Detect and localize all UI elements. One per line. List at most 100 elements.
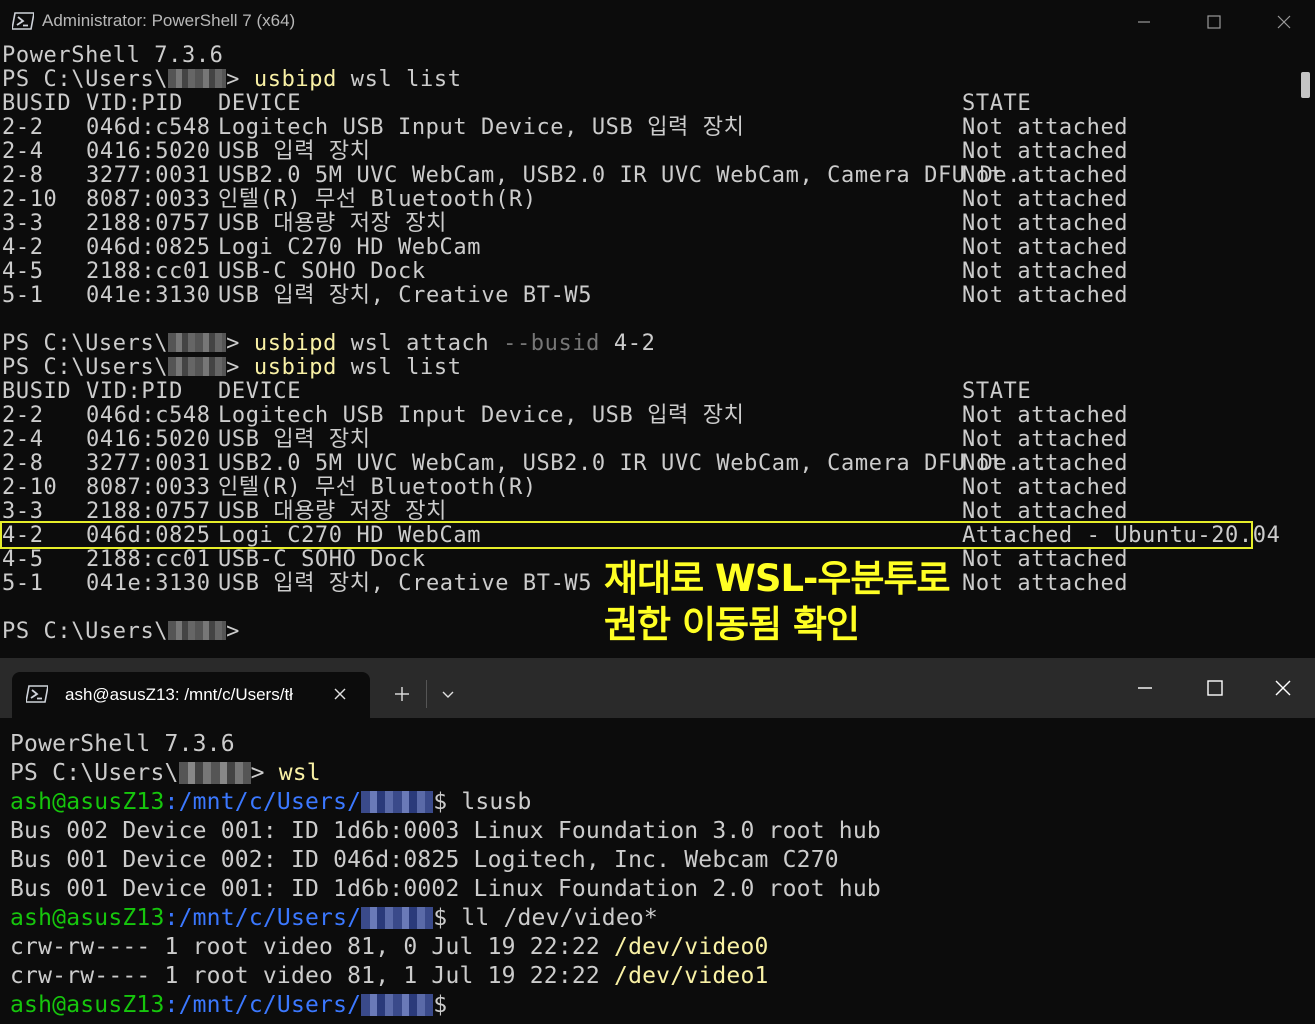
- output-line: Bus 002 Device 001: ID 1d6b:0003 Linux F…: [10, 818, 881, 844]
- cell-busid: 2-10: [2, 187, 58, 212]
- prompt-line: PS C:\Users\ >: [2, 620, 240, 644]
- cell-vidpid: 2188:0757: [86, 211, 211, 236]
- prompt-prefix: PS C:\Users\: [10, 760, 179, 786]
- redacted-username: [168, 357, 227, 376]
- chevron-down-icon: [442, 691, 454, 698]
- cell-busid: 4-2: [2, 235, 44, 260]
- table-row: 2-4 0416:5020 USB 입력 장치 Not attached: [2, 140, 1292, 164]
- maximize-icon: [1207, 15, 1221, 29]
- cell-state: Not attached: [962, 235, 1129, 260]
- command-args: wsl attach: [336, 331, 504, 356]
- cell-vidpid: 046d:0825: [86, 235, 211, 260]
- redacted-username: [178, 762, 251, 784]
- scrollbar-thumb[interactable]: [1301, 72, 1310, 98]
- tab-bar[interactable]: ash@asusZ13: /mnt/c/Users/tł: [0, 658, 1315, 718]
- cell-busid: 4-5: [2, 547, 44, 572]
- cell-vidpid: 8087:0033: [86, 475, 211, 500]
- cell-vidpid: 3277:0031: [86, 451, 211, 476]
- cell-device: USB 입력 장치: [218, 427, 371, 452]
- bash-dollar: $: [433, 789, 462, 815]
- terminal-tab[interactable]: ash@asusZ13: /mnt/c/Users/tł: [12, 672, 370, 718]
- cell-busid: 3-3: [2, 211, 44, 236]
- prompt-line: PS C:\Users\ > usbipd wsl list: [2, 356, 462, 380]
- cell-device: USB 입력 장치, Creative BT-W5: [218, 283, 593, 308]
- table-header: BUSID VID:PID DEVICE STATE: [2, 92, 1292, 116]
- new-tab-button[interactable]: [384, 678, 420, 710]
- bash-path: :/mnt/c/Users/: [164, 905, 362, 931]
- cell-device: Logi C270 HD WebCam: [218, 235, 482, 260]
- cell-state: Not attached: [962, 139, 1129, 164]
- cell-busid: 2-8: [2, 451, 44, 476]
- header-vidpid: VID:PID: [86, 91, 183, 116]
- highlight-box: [0, 521, 1253, 549]
- title-bar[interactable]: Administrator: PowerShell 7 (x64): [0, 0, 1315, 44]
- minimize-button[interactable]: [1109, 0, 1179, 44]
- header-busid: BUSID: [2, 379, 72, 404]
- redacted-username: [168, 69, 227, 88]
- prompt-suffix: >: [226, 619, 241, 644]
- file-meta: crw-rw---- 1 root video 81, 0 Jul 19 22:…: [10, 934, 615, 960]
- terminal-output[interactable]: PowerShell 7.3.6 PS C:\Users\ > wsl ash@a…: [0, 718, 1315, 1024]
- maximize-button[interactable]: [1179, 0, 1249, 44]
- minimize-button[interactable]: [1110, 666, 1180, 710]
- table-row: 2-2 046d:c548 Logitech USB Input Device, U…: [2, 116, 1292, 140]
- bash-dollar: $: [433, 905, 462, 931]
- prompt-suffix: >: [226, 355, 241, 380]
- cell-device: Logitech USB Input Device, USB 입력 장치: [218, 403, 745, 428]
- prompt-suffix: >: [226, 331, 241, 356]
- command-exe: usbipd: [253, 67, 337, 92]
- bash-prompt-line: ash@asusZ13:/mnt/c/Users/ $: [10, 991, 461, 1020]
- cell-state: Not attached: [962, 163, 1129, 188]
- redacted-username: [168, 333, 227, 352]
- table-row: 5-1 041e:3130 USB 입력 장치, Creative BT-W5 Not…: [2, 284, 1292, 308]
- close-icon: [1275, 680, 1291, 696]
- cell-busid: 2-2: [2, 115, 44, 140]
- close-button[interactable]: [1249, 0, 1315, 44]
- version-line: PowerShell 7.3.6: [10, 731, 235, 757]
- table-row: 4-5 2188:cc01 USB-C SOHO Dock Not attached: [2, 260, 1292, 284]
- close-button[interactable]: [1248, 666, 1315, 710]
- profile-dropdown-button[interactable]: [432, 678, 464, 710]
- bash-path: :/mnt/c/Users/: [164, 992, 362, 1018]
- cell-state: Not attached: [962, 475, 1129, 500]
- prompt-line: PS C:\Users\ > usbipd wsl attach --busid …: [2, 332, 655, 356]
- header-device: DEVICE: [218, 379, 302, 404]
- cell-state: Not attached: [962, 451, 1129, 476]
- command-args: wsl list: [336, 355, 462, 380]
- bash-user: ash@asusZ13: [10, 905, 165, 931]
- prompt-prefix: PS C:\Users\: [2, 355, 169, 380]
- redacted-username: [361, 791, 434, 813]
- cell-vidpid: 041e:3130: [86, 571, 211, 596]
- redacted-username: [361, 994, 434, 1016]
- maximize-button[interactable]: [1180, 666, 1250, 710]
- tab-close-button[interactable]: [328, 682, 352, 706]
- header-state: STATE: [962, 91, 1032, 116]
- prompt-line: PS C:\Users\ > wsl: [10, 759, 321, 788]
- cell-state: Not attached: [962, 211, 1129, 236]
- plus-icon: [395, 687, 409, 701]
- prompt-prefix: PS C:\Users\: [2, 331, 169, 356]
- cell-busid: 2-8: [2, 163, 44, 188]
- command-text: wsl: [278, 760, 321, 786]
- table-row: 2-8 3277:0031 USB2.0 5M UVC WebCam, USB2.0…: [2, 452, 1292, 476]
- output-line: crw-rw---- 1 root video 81, 0 Jul 19 22:…: [10, 933, 769, 962]
- table-row: 2-10 8087:0033 인텔(R) 무선 Bluetooth(R) Not at…: [2, 476, 1292, 500]
- cell-state: Not attached: [962, 547, 1129, 572]
- table-row: 4-2 046d:0825 Logi C270 HD WebCam Not attac…: [2, 236, 1292, 260]
- table-row: 3-3 2188:0757 USB 대용량 저장 장치 Not attached: [2, 212, 1292, 236]
- maximize-icon: [1207, 680, 1223, 696]
- redacted-username: [361, 907, 434, 929]
- bash-path: :/mnt/c/Users/: [164, 789, 362, 815]
- bash-user: ash@asusZ13: [10, 992, 165, 1018]
- window-title: Administrator: PowerShell 7 (x64): [42, 11, 296, 30]
- powershell-icon: [12, 12, 34, 30]
- command-exe: usbipd: [253, 331, 337, 356]
- close-icon: [1277, 15, 1291, 29]
- scrollbar[interactable]: [1296, 44, 1315, 658]
- cell-device: USB2.0 5M UVC WebCam, USB2.0 IR UVC WebC…: [218, 451, 1049, 476]
- cell-vidpid: 046d:c548: [86, 115, 211, 140]
- cell-state: Not attached: [962, 259, 1129, 284]
- cell-vidpid: 3277:0031: [86, 163, 211, 188]
- command-args: 4-2: [600, 331, 656, 356]
- command-exe: usbipd: [253, 355, 337, 380]
